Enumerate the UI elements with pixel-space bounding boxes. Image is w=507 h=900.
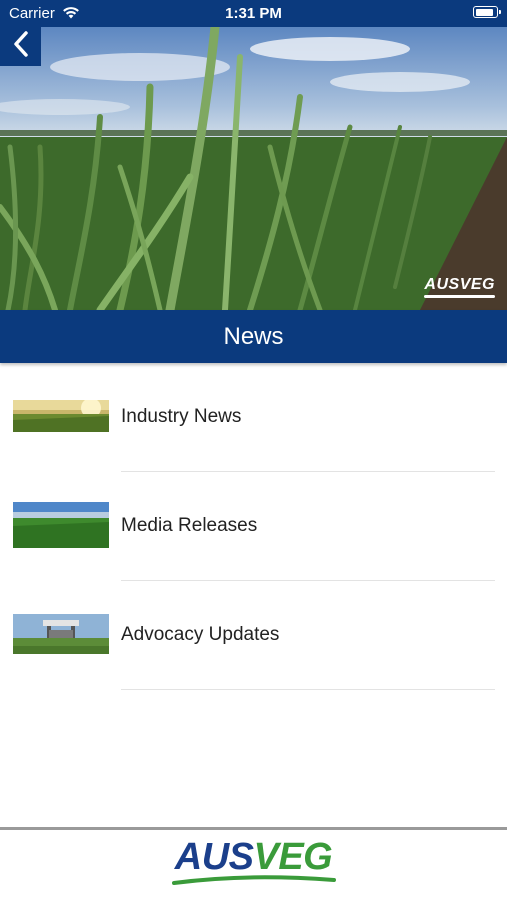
hero-logo: AUSVEG: [424, 276, 495, 298]
industry-news-thumbnail: [13, 400, 109, 432]
battery-icon: [473, 6, 501, 18]
status-bar: Carrier 1:31 PM: [0, 0, 507, 27]
ausveg-logo: AUSVEG: [0, 837, 507, 886]
list-item-label: Industry News: [121, 406, 242, 427]
hero-logo-text: AUSVEG: [424, 276, 495, 293]
page-title: News: [223, 322, 284, 350]
footer: AUSVEG: [0, 827, 507, 900]
media-releases-thumbnail: [13, 502, 109, 548]
list-item-advocacy-updates[interactable]: Advocacy Updates: [0, 581, 507, 690]
list-item-label: Advocacy Updates: [121, 624, 280, 645]
clock: 1:31 PM: [225, 5, 282, 22]
hero-image: [0, 27, 507, 310]
list-item-media-releases[interactable]: Media Releases: [0, 472, 507, 581]
logo-veg: VEG: [253, 836, 333, 878]
back-button[interactable]: [0, 27, 41, 66]
advocacy-updates-thumbnail: [13, 614, 109, 654]
divider: [121, 689, 495, 690]
chevron-left-icon: [13, 31, 29, 62]
logo-swoosh: [424, 295, 495, 298]
hero-banner: AUSVEG: [0, 27, 507, 310]
list-item-label: Media Releases: [121, 515, 258, 536]
list-item-industry-news[interactable]: Industry News: [0, 363, 507, 472]
news-list: Industry News Media Releases Advocacy Up…: [0, 363, 507, 690]
logo-aus: AUS: [174, 836, 254, 878]
page-title-bar: News: [0, 310, 507, 363]
